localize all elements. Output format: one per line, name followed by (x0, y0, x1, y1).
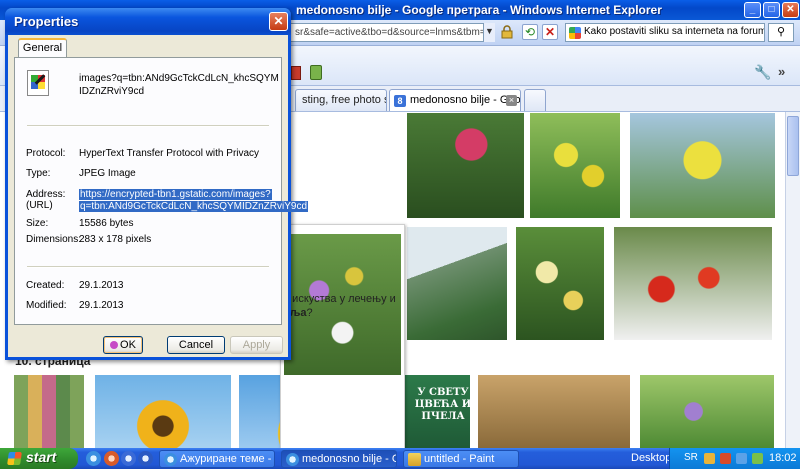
dialog-title: Properties (14, 14, 79, 29)
ie-icon (164, 453, 177, 466)
firefox-quicklaunch-icon[interactable] (104, 451, 119, 466)
dialog-body: General images?q=tbn:ANd9GcTckCdLcN_khcS… (8, 35, 309, 357)
address-sub-label: (URL) (26, 200, 53, 211)
minimize-icon[interactable]: _ (744, 2, 761, 18)
paint-icon (408, 453, 421, 466)
cancel-button[interactable]: Cancel (167, 336, 225, 354)
document-icon[interactable] (310, 65, 322, 80)
refresh-icon[interactable]: ⟲ (522, 24, 538, 40)
dialog-close-icon[interactable]: ✕ (269, 12, 288, 31)
separator (27, 266, 269, 268)
task-label: Ажуриране теме - W... (180, 453, 274, 465)
windows-logo-icon (7, 452, 22, 465)
book-cover-title: У СВЕТУ ЦВЕЋА И ПЧЕЛА (414, 387, 472, 422)
protocol-value: HyperText Transfer Protocol with Privacy (79, 148, 260, 159)
dimensions-value: 283 x 178 pixels (79, 234, 152, 245)
quicklaunch-icon[interactable] (138, 451, 153, 466)
maximize-icon[interactable]: □ (763, 2, 780, 18)
more-chevron-icon[interactable]: » (778, 64, 796, 82)
result-image[interactable] (407, 227, 507, 340)
address-line-1: https://encrypted-tbn1.gstatic.com/image… (79, 189, 272, 200)
address-input[interactable]: sr&safe=active&tbo=d&source=lnms&tbm=isc… (290, 23, 495, 42)
type-value: JPEG Image (79, 168, 136, 179)
ok-button[interactable]: OK (103, 336, 143, 354)
image-file-icon (27, 70, 49, 96)
wrench-icon[interactable]: 🔧 (754, 64, 772, 82)
tab-close-icon[interactable]: × (506, 95, 517, 106)
modified-value: 29.1.2013 (79, 300, 124, 311)
start-button[interactable]: start (0, 448, 78, 469)
address-value[interactable]: https://encrypted-tbn1.gstatic.com/image… (79, 189, 309, 213)
task-item-themes[interactable]: Ажуриране теме - W... (159, 450, 275, 468)
search-go-icon[interactable]: ⚲ (768, 23, 794, 42)
created-label: Created: (26, 280, 65, 291)
result-image[interactable] (516, 227, 604, 340)
stop-icon[interactable]: ✕ (542, 24, 558, 40)
page-scrollbar[interactable] (785, 112, 800, 448)
browser-close-icon[interactable]: ✕ (782, 2, 799, 18)
search-input[interactable]: Kako postaviti sliku sa interneta na for… (565, 23, 765, 42)
modified-label: Modified: (26, 300, 67, 311)
result-image[interactable] (530, 113, 620, 218)
dimensions-label: Dimensions: (26, 234, 82, 245)
start-label: start (26, 449, 57, 465)
address-line-2: q=tbn:ANd9GcTckCdLcN_khcSQYMIDZnZRviY9cd (79, 201, 309, 212)
ie-icon (286, 453, 299, 466)
tray-icon[interactable] (720, 453, 731, 464)
tray-icon[interactable] (752, 453, 763, 464)
general-panel: images?q=tbn:ANd9GcTckCdLcN_khcSQYMIDZnZ… (14, 57, 309, 325)
address-dropdown-icon[interactable]: ▼ (483, 23, 495, 42)
search-text: Kako postaviti sliku sa interneta na for… (584, 26, 765, 37)
desktop-toolbar-label[interactable]: Desktop (631, 452, 671, 464)
properties-dialog: Properties ✕ General images?q=tbn:ANd9Gc… (5, 8, 309, 360)
google-icon (569, 27, 581, 39)
size-label: Size: (26, 218, 49, 229)
protocol-label: Protocol: (26, 148, 66, 159)
result-image[interactable] (407, 113, 524, 218)
browser-title: medonosno bilje - Google претрага - Wind… (296, 3, 662, 17)
result-image[interactable] (478, 375, 630, 448)
scrollbar-thumb[interactable] (787, 116, 799, 176)
result-image[interactable] (95, 375, 231, 448)
result-image[interactable] (640, 375, 774, 448)
result-image[interactable] (630, 113, 775, 218)
language-indicator[interactable]: SR (684, 452, 698, 463)
tray-icon[interactable] (736, 453, 747, 464)
result-image[interactable] (614, 227, 772, 340)
ok-label: OK (120, 339, 136, 351)
quicklaunch-icon[interactable] (121, 451, 136, 466)
task-label: medonosno bilje - Go... (302, 453, 396, 465)
new-tab-button[interactable] (524, 89, 546, 111)
tab-medonosno-bilje[interactable]: 8 medonosno bilje - Google ... × (389, 89, 521, 111)
tab-label: medonosno bilje - Google ... (410, 94, 520, 106)
delete-icon[interactable] (291, 66, 301, 80)
system-tray: SR 18:02 (669, 448, 800, 469)
dialog-titlebar[interactable]: Properties ✕ (5, 8, 291, 35)
size-value: 15586 bytes (79, 218, 134, 229)
snippet-line-1: а искуства у лечењу и (283, 293, 396, 305)
lock-icon[interactable] (500, 25, 514, 39)
task-item-medonosno[interactable]: medonosno bilje - Go... (281, 450, 397, 468)
tab-general[interactable]: General (18, 38, 67, 58)
snippet-rest: ? (306, 307, 313, 319)
created-value: 29.1.2013 (79, 280, 124, 291)
tab-photo-hosting[interactable]: sting, free photo sh... (295, 89, 387, 111)
file-name: images?q=tbn:ANd9GcTckCdLcN_khcSQYMIDZnZ… (79, 73, 279, 97)
taskbar: start Ажуриране теме - W... medonosno bi… (0, 448, 800, 469)
type-label: Type: (26, 168, 51, 179)
result-snippet: а искуства у лечењу и иља? (283, 292, 405, 320)
task-label: untitled - Paint (424, 453, 495, 465)
task-item-paint[interactable]: untitled - Paint (403, 450, 519, 468)
ie-quicklaunch-icon[interactable] (86, 451, 101, 466)
google-tab-icon: 8 (394, 95, 406, 107)
result-image[interactable] (14, 375, 84, 448)
image-preview-card[interactable] (280, 224, 405, 449)
apply-button[interactable]: Apply (230, 336, 283, 354)
clock: 18:02 (769, 452, 797, 464)
separator (27, 125, 269, 127)
tray-icon[interactable] (704, 453, 715, 464)
cursor-icon (110, 341, 119, 349)
tab-label: sting, free photo sh... (302, 94, 386, 106)
